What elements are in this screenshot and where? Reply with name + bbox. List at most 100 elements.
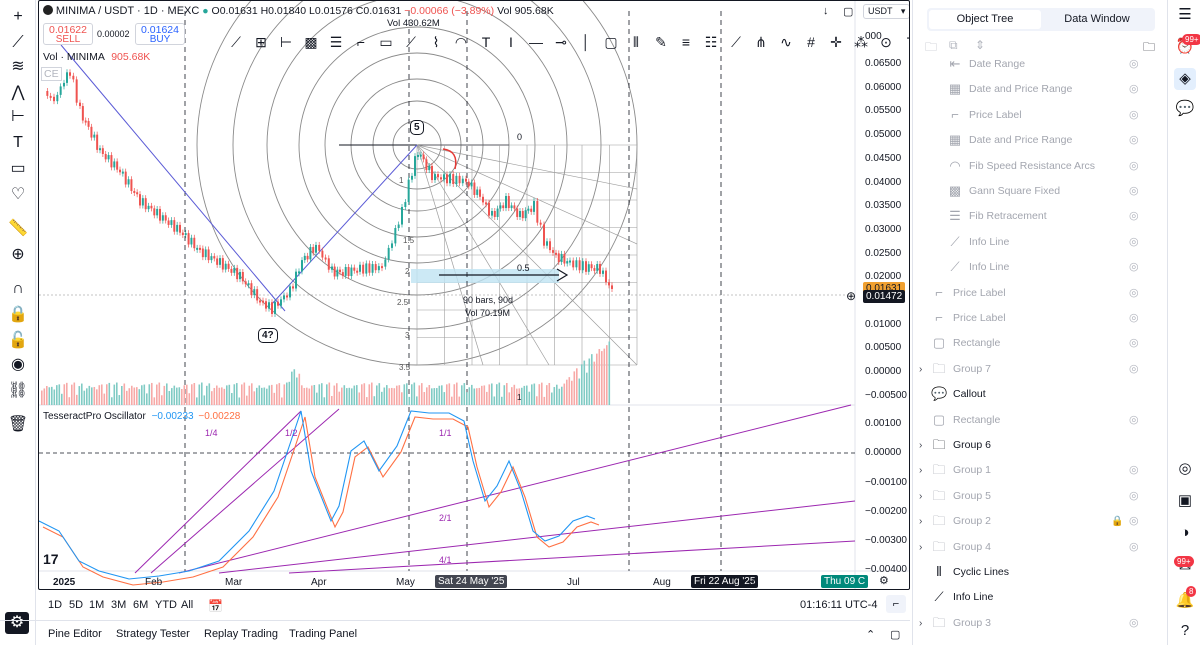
expand-arrow-icon[interactable]: › bbox=[919, 611, 922, 636]
horizontal-ray-icon[interactable]: ⊸ bbox=[550, 31, 572, 53]
expand-arrow-icon[interactable]: › bbox=[919, 484, 922, 509]
chart-pane[interactable]: MINIMA / USDT · 1D · MEXC ● O0.01631 H0.… bbox=[38, 0, 910, 590]
object-tree-row[interactable]: ⌐ Price Label ◎ bbox=[913, 306, 1167, 331]
hidden-eye-icon[interactable]: ◎ bbox=[1129, 230, 1139, 255]
object-tree-row[interactable]: › 🗀 Group 3 ◎ bbox=[913, 611, 1167, 636]
tab-strategy-tester[interactable]: Strategy Tester bbox=[116, 628, 190, 640]
object-tree-row[interactable]: ⦀ Cyclic Lines bbox=[913, 560, 1167, 585]
help-icon[interactable]: ? bbox=[1174, 620, 1196, 642]
hidden-eye-icon[interactable]: ◎ bbox=[1129, 408, 1139, 433]
cyclic-lines-icon[interactable]: ⦀ bbox=[625, 31, 647, 53]
date-range-icon[interactable]: 📅 bbox=[208, 599, 223, 613]
speed-fan-icon[interactable]: ⋔ bbox=[750, 31, 772, 53]
parallel-channel-icon[interactable]: ≡ bbox=[675, 31, 697, 53]
hidden-eye-icon[interactable]: ◎ bbox=[1129, 535, 1139, 560]
measure-icon[interactable]: ⊢ bbox=[6, 106, 30, 128]
tab-replay-trading[interactable]: Replay Trading bbox=[204, 628, 278, 640]
heart-icon[interactable]: ♡ bbox=[6, 184, 30, 206]
annotation-icon[interactable]: ▭ bbox=[6, 158, 30, 180]
object-tree-row[interactable]: ⇤ Date Range ◎ bbox=[913, 52, 1167, 77]
text-icon[interactable]: T bbox=[6, 132, 30, 154]
zoom-icon[interactable]: ⊕ bbox=[6, 244, 30, 266]
hidden-eye-icon[interactable]: ◎ bbox=[1129, 509, 1139, 534]
ruler-icon[interactable]: 📏 bbox=[6, 218, 30, 240]
cross-icon[interactable]: ✛ bbox=[825, 31, 847, 53]
symbol-legend[interactable]: MINIMA / USDT · 1D · MEXC ● O0.01631 H0.… bbox=[43, 5, 554, 17]
hidden-eye-icon[interactable]: ◎ bbox=[1129, 458, 1139, 483]
object-tree-row[interactable]: › 🗀 Group 6 bbox=[913, 433, 1167, 458]
hidden-eye-icon[interactable]: ◎ bbox=[1129, 331, 1139, 356]
object-tree-row[interactable]: 💬 Callout bbox=[913, 382, 1167, 407]
maximize-icon[interactable]: ▢ bbox=[843, 5, 853, 18]
collapsed-indicator-tag[interactable]: CE bbox=[41, 67, 62, 81]
crosshair-icon[interactable]: + bbox=[6, 6, 30, 28]
timeframe-1m[interactable]: 1M bbox=[89, 599, 104, 611]
object-tree-row[interactable]: ◠ Fib Speed Resistance Arcs ◎ bbox=[913, 154, 1167, 179]
tab-data-window[interactable]: Data Window bbox=[1041, 10, 1153, 29]
trash-icon[interactable]: 🗑 bbox=[6, 414, 30, 436]
expand-arrow-icon[interactable]: › bbox=[919, 433, 922, 458]
line-tool-icon[interactable]: ⟋ bbox=[225, 31, 247, 53]
clone-icon[interactable]: ⧉ bbox=[949, 38, 958, 53]
hidden-eye-icon[interactable]: ◎ bbox=[1129, 255, 1139, 280]
object-tree-row[interactable]: ⟋ Info Line bbox=[913, 585, 1167, 610]
fib-icon[interactable]: ≋ bbox=[6, 56, 30, 78]
magnet-icon[interactable]: ∩ bbox=[6, 278, 30, 300]
eye-icon[interactable]: ◉ bbox=[6, 354, 30, 376]
maximize-panel-icon[interactable]: ▢ bbox=[890, 628, 900, 641]
tab-object-tree[interactable]: Object Tree bbox=[929, 10, 1041, 29]
wave-icon[interactable]: ∿ bbox=[775, 31, 797, 53]
object-tree-row[interactable]: › 🗀 Group 2 🔒 ◎ bbox=[913, 509, 1167, 534]
object-tree-row[interactable]: ⟋ Info Line ◎ bbox=[913, 230, 1167, 255]
object-tree-row[interactable]: › 🗀 Group 5 ◎ bbox=[913, 484, 1167, 509]
hidden-eye-icon[interactable]: ◎ bbox=[1129, 179, 1139, 204]
download-icon[interactable]: ↓ bbox=[823, 5, 829, 17]
lock-icon[interactable]: 🔒 bbox=[1111, 509, 1123, 534]
chat-icon[interactable]: 💬 bbox=[1174, 98, 1196, 120]
pattern-icon[interactable]: ⋀ bbox=[6, 82, 30, 104]
timeframe-6m[interactable]: 6M bbox=[133, 599, 148, 611]
calendar-icon[interactable]: ▣ bbox=[1174, 490, 1196, 512]
callout-5[interactable]: 5 bbox=[410, 120, 424, 135]
lock-drawings-icon[interactable]: 🔒 bbox=[6, 304, 30, 326]
comment-icon[interactable]: ▭ bbox=[375, 31, 397, 53]
grid-icon[interactable]: # bbox=[800, 31, 822, 53]
hidden-eye-icon[interactable]: ◎ bbox=[1129, 77, 1139, 102]
watchlist-icon[interactable]: ☰ bbox=[1174, 4, 1196, 26]
timeframe-5d[interactable]: 5D bbox=[69, 599, 83, 611]
regression-icon[interactable]: ☷ bbox=[700, 31, 722, 53]
square-grid-icon[interactable]: ⊞ bbox=[250, 31, 272, 53]
settings-gear-icon[interactable]: ⚙ bbox=[879, 574, 889, 587]
expand-arrow-icon[interactable]: › bbox=[919, 535, 922, 560]
lock-all-icon[interactable]: 🔓 bbox=[6, 330, 30, 352]
expand-arrow-icon[interactable]: › bbox=[919, 458, 922, 483]
hidden-eye-icon[interactable]: ◎ bbox=[1129, 484, 1139, 509]
object-tree-row[interactable]: ▢ Rectangle ◎ bbox=[913, 331, 1167, 356]
fib-arcs-icon[interactable]: ◠ bbox=[450, 31, 472, 53]
reorder-icon[interactable]: ⇕ bbox=[975, 38, 985, 52]
timeframe-1d[interactable]: 1D bbox=[48, 599, 62, 611]
object-tree-row[interactable]: ⌐ Price Label ◎ bbox=[913, 103, 1167, 128]
hidden-eye-icon[interactable]: ◎ bbox=[1129, 611, 1139, 636]
callout-4[interactable]: 4? bbox=[258, 328, 278, 343]
trendline-icon[interactable]: ⟋ bbox=[6, 32, 30, 54]
screener-icon[interactable]: ◎ bbox=[1174, 458, 1196, 480]
pen-icon[interactable]: ✎ bbox=[650, 31, 672, 53]
sell-button[interactable]: 0.01622 SELL bbox=[43, 23, 93, 45]
horizontal-line-icon[interactable]: — bbox=[525, 31, 547, 53]
buy-button[interactable]: 0.01624 BUY bbox=[135, 23, 185, 45]
fib-retracement-icon[interactable]: ☰ bbox=[325, 31, 347, 53]
hidden-eye-icon[interactable]: ◎ bbox=[1129, 357, 1139, 382]
expand-arrow-icon[interactable]: › bbox=[919, 509, 922, 534]
object-tree-row[interactable]: ⟋ Info Line ◎ bbox=[913, 255, 1167, 280]
clock-readout[interactable]: 01:16:11 UTC-4 bbox=[800, 599, 877, 611]
text-cursor-icon[interactable]: Ι bbox=[500, 31, 522, 53]
timeframe-ytd[interactable]: YTD bbox=[155, 599, 177, 611]
text-tool-icon[interactable]: T bbox=[475, 31, 497, 53]
flag-icon[interactable]: ⌐ bbox=[350, 31, 372, 53]
ideas-icon[interactable]: ◑ bbox=[1174, 522, 1196, 544]
object-tree-row[interactable]: › 🗀 Group 4 ◎ bbox=[913, 535, 1167, 560]
timeframe-all[interactable]: All bbox=[181, 599, 193, 611]
object-tree-row[interactable]: ▦ Date and Price Range ◎ bbox=[913, 128, 1167, 153]
price-axis[interactable]: 000 0.06500 0.06000 0.05500 0.05000 0.04500 0… bbox=[855, 1, 909, 589]
